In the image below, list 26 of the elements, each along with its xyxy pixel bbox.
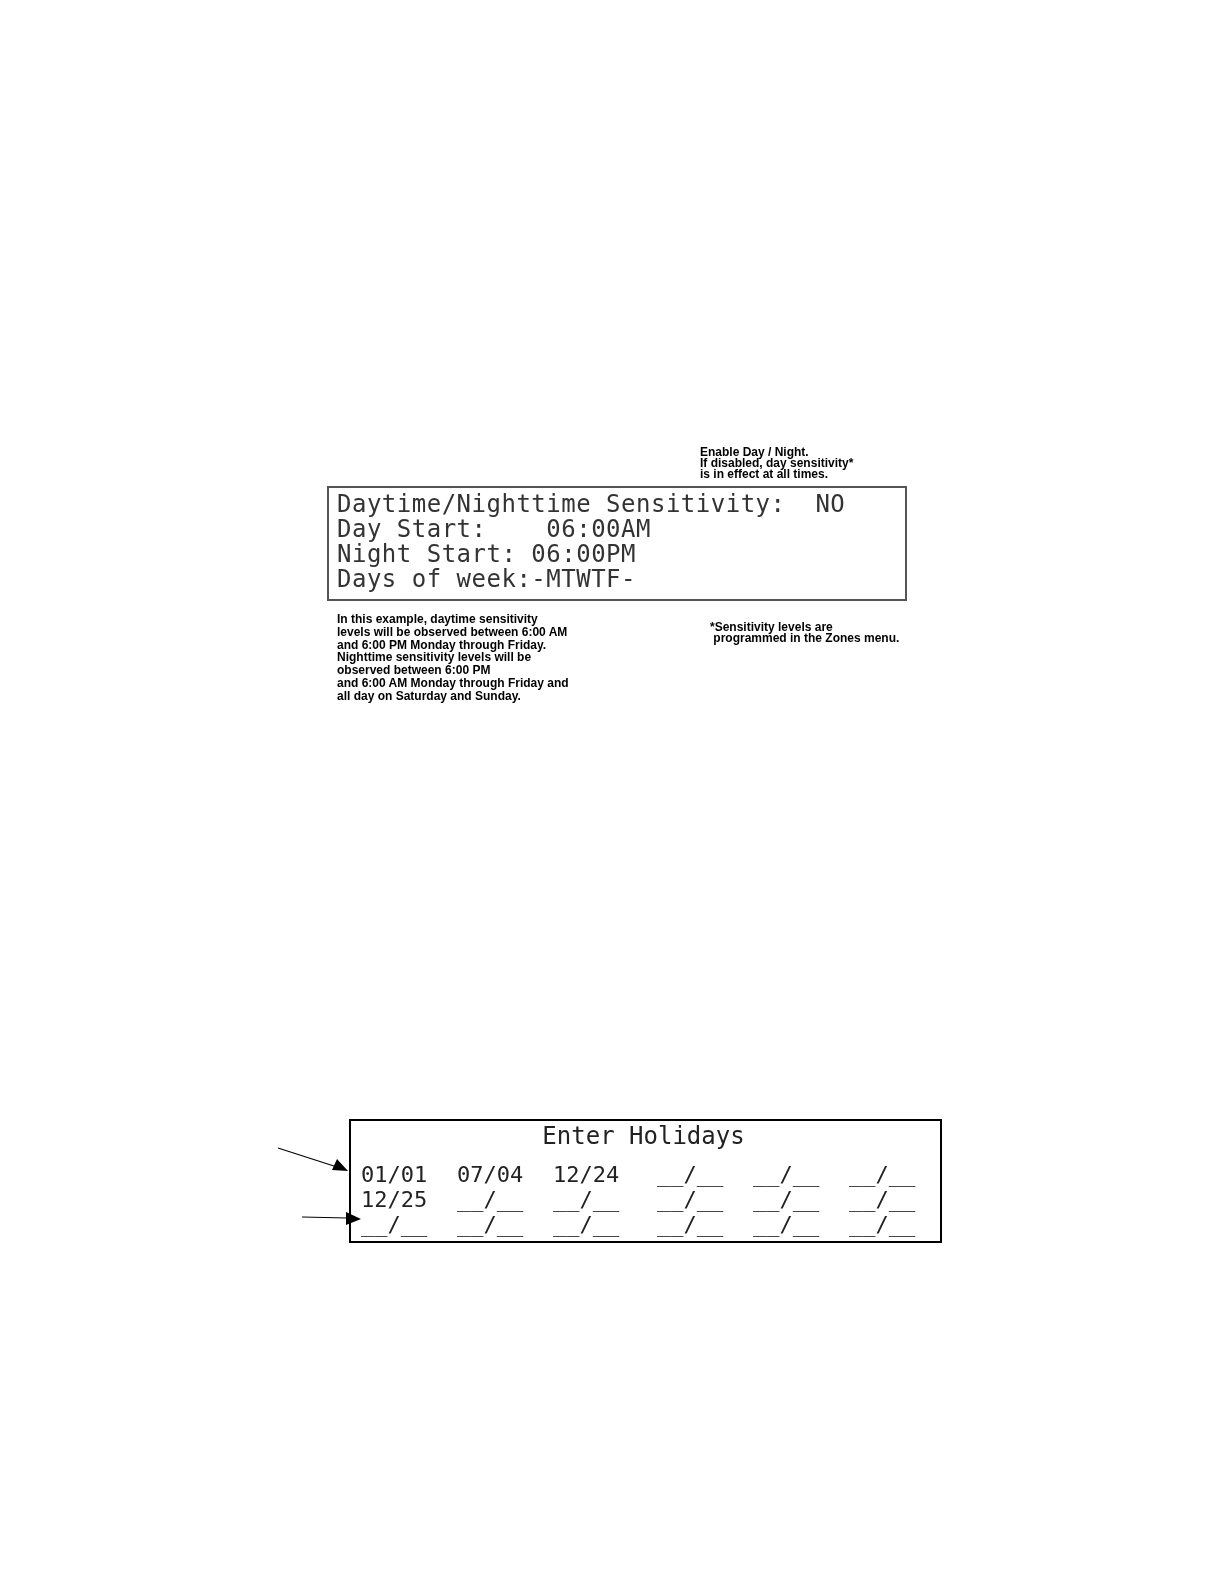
holiday-date: __/__ <box>849 1211 916 1237</box>
lcd-line: Daytime/Nighttime Sensitivity: NO <box>337 492 846 517</box>
footnote-text: *Sensitivity levels are programmed in the Zones menu. <box>710 622 900 647</box>
lcd-line: Day Start: 06:00AM <box>337 517 651 542</box>
holiday-date: __/__ <box>657 1161 724 1187</box>
holiday-date: __/__ <box>753 1211 820 1237</box>
holiday-date: __/__ <box>657 1211 724 1237</box>
holiday-date: __/__ <box>753 1186 820 1212</box>
holiday-date: __/__ <box>457 1211 524 1237</box>
holiday-date: __/__ <box>753 1161 820 1187</box>
holiday-date: 01/01 <box>361 1161 428 1187</box>
lcd-title: Enter Holidays <box>542 1121 745 1150</box>
holiday-date: __/__ <box>553 1186 620 1212</box>
holiday-date: 12/24 <box>553 1161 620 1187</box>
holiday-date: __/__ <box>553 1211 620 1237</box>
holiday-date: 07/04 <box>457 1161 524 1187</box>
holiday-date: __/__ <box>849 1161 916 1187</box>
holiday-date: __/__ <box>849 1186 916 1212</box>
holiday-date: __/__ <box>457 1186 524 1212</box>
holiday-date: __/__ <box>657 1186 724 1212</box>
lcd-line: Night Start: 06:00PM <box>337 542 636 567</box>
holiday-date: __/__ <box>361 1211 428 1237</box>
holiday-date: 12/25 <box>361 1186 428 1212</box>
example-text: In this example, daytime sensitivity levels will be observed between 6:00 AM and 6:00 PM Monday through Friday. Nighttime sensitivity levels will be observed between 6:00 PM and 6:00 AM Monday through Friday and all day on Saturday and Sunday. <box>337 613 570 703</box>
annotation-text: Enable Day / Night. If disabled, day sensitivity* is in effect at all times. <box>700 447 855 480</box>
lcd-line: Days of week:-MTWTF- <box>337 567 636 592</box>
